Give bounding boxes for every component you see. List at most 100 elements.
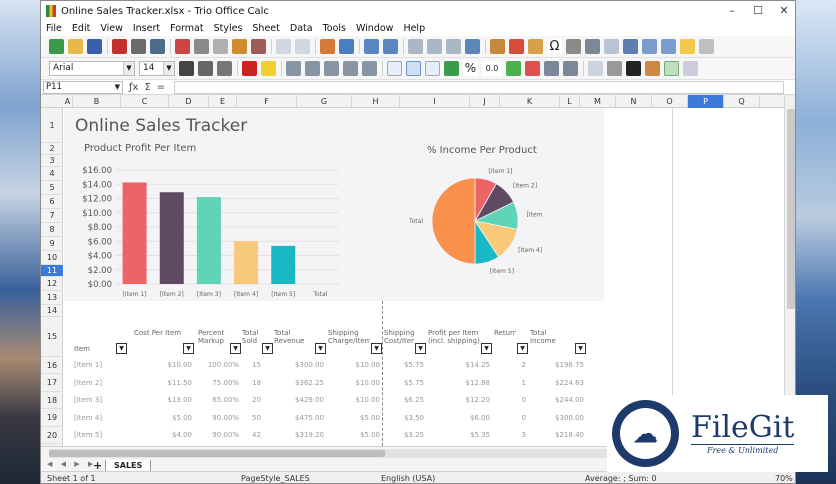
row-header-11[interactable]: 11	[41, 265, 63, 277]
column-header-c[interactable]: C	[121, 95, 169, 108]
filter-dropdown-icon[interactable]: ▼	[575, 343, 586, 354]
menu-help[interactable]: Help	[403, 23, 425, 34]
row-header-15[interactable]: 15	[41, 317, 63, 357]
menu-data[interactable]: Data	[290, 23, 313, 34]
row-icon[interactable]	[364, 39, 379, 54]
print-icon[interactable]	[131, 39, 146, 54]
hyperlink-icon[interactable]	[566, 39, 581, 54]
row-header-5[interactable]: 5	[41, 181, 63, 195]
sticky-note-icon[interactable]	[680, 39, 695, 54]
row-header-3[interactable]: 3	[41, 155, 63, 167]
comment-icon[interactable]	[585, 39, 600, 54]
close-button[interactable]: ✕	[769, 1, 795, 21]
column-header-k[interactable]: K	[500, 95, 560, 108]
menu-window[interactable]: Window	[356, 23, 393, 34]
align-center-icon[interactable]	[305, 61, 320, 76]
row-header-17[interactable]: 17	[41, 374, 63, 392]
column-header-d[interactable]: D	[169, 95, 209, 108]
column-header-o[interactable]: O	[652, 95, 688, 108]
column-header-e[interactable]: E	[209, 95, 237, 108]
chevron-down-icon[interactable]: ▼	[163, 62, 174, 75]
column-icon[interactable]	[383, 39, 398, 54]
insert-chart-icon[interactable]	[509, 39, 524, 54]
row-header-9[interactable]: 9	[41, 237, 63, 251]
menu-tools[interactable]: Tools	[323, 23, 346, 34]
formula-input[interactable]	[174, 81, 784, 94]
open-icon[interactable]	[68, 39, 83, 54]
bar-2[interactable]	[159, 192, 184, 284]
print-preview-icon[interactable]	[150, 39, 165, 54]
define-print-area-icon[interactable]	[623, 39, 638, 54]
row-header-13[interactable]: 13	[41, 291, 63, 305]
filter-dropdown-icon[interactable]: ▼	[262, 343, 273, 354]
vertical-scrollbar[interactable]	[784, 95, 795, 446]
column-header-f[interactable]: F	[237, 95, 297, 108]
row-header-8[interactable]: 8	[41, 223, 63, 237]
find-replace-icon[interactable]	[320, 39, 335, 54]
filter-dropdown-icon[interactable]: ▼	[371, 343, 382, 354]
vertical-scroll-thumb[interactable]	[787, 109, 795, 309]
function-wizard-icon[interactable]: ƒx	[129, 82, 138, 93]
row-header-20[interactable]: 20	[41, 427, 63, 444]
horizontal-scrollbar[interactable]	[49, 449, 689, 458]
pie-slice-6[interactable]	[431, 177, 476, 265]
increase-indent-icon[interactable]	[544, 61, 559, 76]
highlight-icon[interactable]	[261, 61, 276, 76]
row-header-10[interactable]: 10	[41, 251, 63, 265]
new-icon[interactable]	[49, 39, 64, 54]
horizontal-scroll-thumb[interactable]	[49, 450, 385, 457]
border-style-icon[interactable]	[607, 61, 622, 76]
font-color-icon[interactable]	[242, 61, 257, 76]
row-header-12[interactable]: 12	[41, 277, 63, 291]
filter-dropdown-icon[interactable]: ▼	[415, 343, 426, 354]
autofilter-icon[interactable]	[465, 39, 480, 54]
border-color-icon[interactable]	[626, 61, 641, 76]
menu-format[interactable]: Format	[170, 23, 203, 34]
filter-dropdown-icon[interactable]: ▼	[315, 343, 326, 354]
menu-sheet[interactable]: Sheet	[252, 23, 279, 34]
row-header-18[interactable]: 18	[41, 392, 63, 409]
chevron-down-icon[interactable]: ▼	[123, 62, 134, 75]
cut-icon[interactable]	[175, 39, 190, 54]
bar-3[interactable]	[196, 197, 221, 284]
delete-decimal-icon[interactable]	[525, 61, 540, 76]
column-header-m[interactable]: M	[580, 95, 616, 108]
insert-image-icon[interactable]	[490, 39, 505, 54]
sort-descending-icon[interactable]	[446, 39, 461, 54]
row-header-6[interactable]: 6	[41, 195, 63, 209]
filter-dropdown-icon[interactable]: ▼	[116, 343, 127, 354]
font-name-box[interactable]: Arial ▼	[49, 61, 135, 76]
redo-icon[interactable]	[295, 39, 310, 54]
wrap-text-icon[interactable]	[343, 61, 358, 76]
chevron-down-icon[interactable]: ▼	[115, 82, 120, 93]
menu-insert[interactable]: Insert	[133, 23, 160, 34]
filter-dropdown-icon[interactable]: ▼	[183, 343, 194, 354]
column-header-q[interactable]: Q	[724, 95, 760, 108]
align-bottom-icon[interactable]	[425, 61, 440, 76]
column-header-n[interactable]: N	[616, 95, 652, 108]
bold-icon[interactable]	[179, 61, 194, 76]
align-right-icon[interactable]	[324, 61, 339, 76]
row-header-14[interactable]: 14	[41, 305, 63, 317]
row-header-19[interactable]: 19	[41, 409, 63, 427]
bar-5[interactable]	[271, 245, 296, 284]
spellcheck-icon[interactable]	[339, 39, 354, 54]
column-header-l[interactable]: L	[560, 95, 580, 108]
sidebar-icon[interactable]	[683, 61, 698, 76]
sort-ascending-icon[interactable]	[427, 39, 442, 54]
align-left-icon[interactable]	[286, 61, 301, 76]
filter-dropdown-icon[interactable]: ▼	[481, 343, 492, 354]
font-size-box[interactable]: 14 ▼	[139, 61, 175, 76]
currency-icon[interactable]	[444, 61, 459, 76]
column-header-a[interactable]: A	[63, 95, 73, 108]
name-box[interactable]: P11 ▼	[43, 80, 123, 94]
menu-view[interactable]: View	[100, 23, 123, 34]
add-decimal-icon[interactable]	[506, 61, 521, 76]
menu-file[interactable]: File	[46, 23, 62, 34]
sum-icon[interactable]: Σ	[144, 82, 150, 93]
underline-icon[interactable]	[217, 61, 232, 76]
bar-4[interactable]	[234, 241, 259, 284]
bar-1[interactable]	[122, 182, 147, 284]
filter-dropdown-icon[interactable]: ▼	[230, 343, 241, 354]
column-header-g[interactable]: G	[297, 95, 352, 108]
